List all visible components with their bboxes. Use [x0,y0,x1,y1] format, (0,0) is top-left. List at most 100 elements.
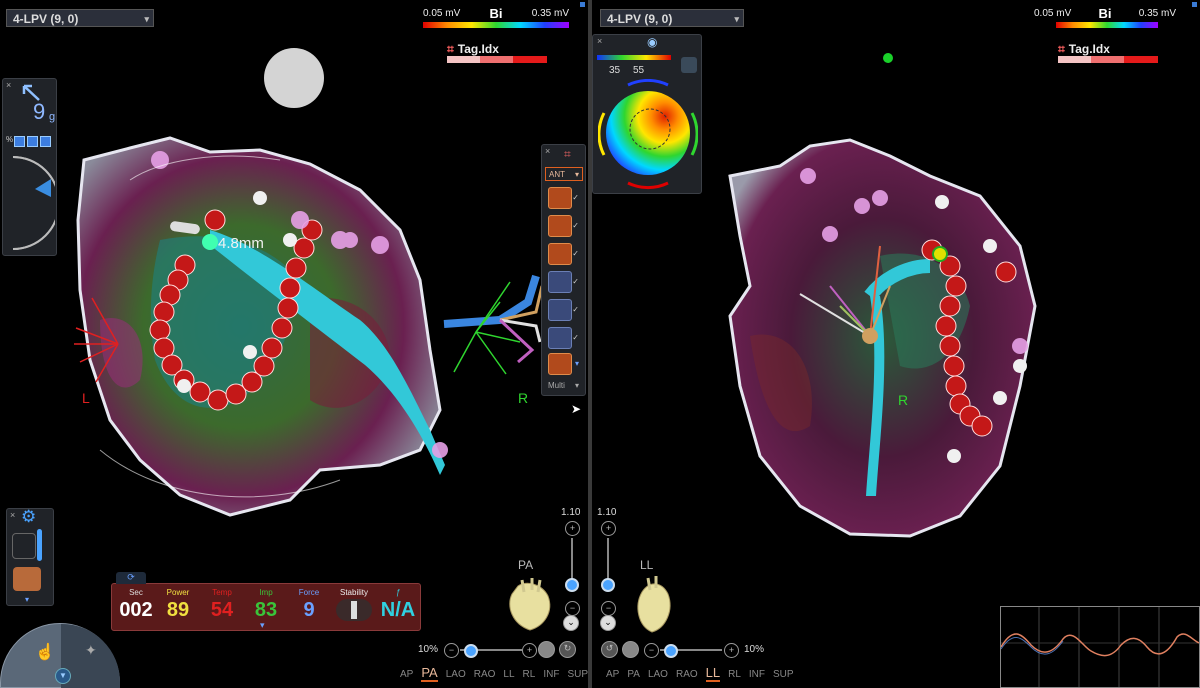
refresh-icon[interactable]: ⟳ [116,572,146,584]
view-inf[interactable]: INF [749,669,765,680]
zoom-out-button[interactable]: − [601,601,616,616]
power-label: Power [166,588,190,597]
zoom-value-top: 1.10 [597,507,617,518]
view-sup[interactable]: SUP [773,669,794,680]
map-select-right[interactable]: 4-LPV (9, 0) ▾ [600,9,744,27]
catheter-splines [443,274,544,375]
measure-label: 4.8mm [218,235,264,252]
chevron-down-icon[interactable]: ▾ [260,620,265,631]
display-toolbar: × ⌗ ANT ▾ ✓ ✓ ✓ ✓ ✓ ✓ ▾ Multi ▾ [541,144,586,396]
map-select-left[interactable]: 4-LPV (9, 0) ▾ [6,9,154,27]
rotate-icon[interactable]: ↺ [601,641,618,658]
tool-lesion-tags[interactable]: ✓ [548,187,579,209]
tag-index-bar [447,56,547,63]
tag-label: Tag.Idx [1068,42,1110,56]
scale-high: 0.35 mV [531,8,569,19]
rotate-icon[interactable]: ↻ [559,641,576,658]
voltage-scale-left: 0.05 mV Bi 0.35 mV [423,6,569,30]
close-icon[interactable]: × [545,146,550,156]
bullseye-plot [598,79,698,190]
zoom-in-button[interactable]: + [565,521,580,536]
temp-value: 54 [210,599,234,621]
bullseye-scale-bar[interactable] [597,55,671,60]
view-sup[interactable]: SUP [567,669,588,680]
force-stat-value: 9 [303,599,315,621]
orient-label-l: L [82,390,90,406]
gear-icon[interactable]: ⚙ [21,507,36,527]
view-ll[interactable]: LL [705,665,721,682]
chevron-down-icon[interactable]: ▾ [25,595,29,604]
view-dropdown-label: ANT [549,170,565,179]
zoom-minus-button[interactable]: − [444,643,459,658]
view-ap[interactable]: AP [606,669,619,680]
view-rl[interactable]: RL [523,669,536,680]
force-panel: × 9 g % [2,78,57,256]
view-pa[interactable]: PA [421,665,438,682]
reference-circle [264,48,324,108]
hand-pointer-icon[interactable]: ☝ [35,642,55,662]
zoom-plus-button[interactable]: + [522,643,537,658]
navigation-pad[interactable]: ☝ ✦ ▼ [0,623,120,688]
magic-wand-icon[interactable]: ✦ [85,642,97,659]
orient-label-r-right: R [898,392,909,408]
multi-dropdown[interactable]: Multi ▾ [545,379,583,393]
tag-label: Tag.Idx [457,42,499,56]
filter-icon[interactable]: ▼ [55,668,71,684]
view-pa[interactable]: PA [627,669,640,680]
tool-grid-2[interactable]: ✓ [548,299,579,321]
map-select-label: 4-LPV (9, 0) [607,12,673,26]
hand-tool-button[interactable] [13,567,41,591]
view-ll[interactable]: LL [503,669,514,680]
tool-points[interactable]: ✓ [548,243,579,265]
zoom-out-button[interactable]: − [565,601,580,616]
scale-title: Bi [1098,6,1112,21]
zoom-plus-button[interactable]: + [724,643,739,658]
anatomy-3d-map-left[interactable]: 4.8mm [60,120,480,540]
zoom-knob-horizontal[interactable] [664,644,678,658]
zoom-in-button[interactable]: + [601,521,616,536]
view-ap[interactable]: AP [400,669,413,680]
force-direction-buttons[interactable] [14,136,54,147]
reset-view-button[interactable]: ⌄ [563,615,579,631]
signal-waveform-panel[interactable] [1000,606,1200,688]
eye-icon[interactable]: ◉ [647,35,657,49]
imp-value: 83 [254,599,278,621]
shape-button[interactable] [12,533,36,559]
view-inf[interactable]: INF [543,669,559,680]
force-percent-label: % [6,135,14,144]
grid-settings-icon[interactable]: ⌗ [564,147,571,162]
zoom-minus-button[interactable]: − [644,643,659,658]
tag-index-bar [1058,56,1158,63]
tool-grid-3[interactable]: ✓ [548,327,579,349]
tool-electrodes[interactable]: ▾ [548,353,579,375]
tool-catheter[interactable]: ✓ [548,215,579,237]
camera-icon[interactable] [622,641,639,658]
left-map-pane[interactable]: 4-LPV (9, 0) ▾ 0.05 mV Bi 0.35 mV ⌗ Tag.I… [0,0,588,688]
tag-icon: ⌗ [447,42,454,56]
zoom-knob[interactable] [601,578,615,592]
view-rl[interactable]: RL [728,669,741,680]
close-icon[interactable]: × [597,36,602,46]
close-icon[interactable]: × [6,80,11,90]
orientation-axes-left [74,297,119,383]
view-rao[interactable]: RAO [676,669,698,680]
zoom-knob-horizontal[interactable] [464,644,478,658]
view-dropdown[interactable]: ANT ▾ [545,167,583,181]
opacity-slider[interactable] [37,529,42,561]
zoom-value-top: 1.10 [561,507,581,518]
view-buttons-right: AP PA LAO RAO LL RL INF SUP [606,665,802,682]
force-stat-label: Force [298,588,320,597]
tool-grid-1[interactable]: ✓ [548,271,579,293]
zoom-knob[interactable] [565,578,579,592]
view-rao[interactable]: RAO [474,669,496,680]
view-lao[interactable]: LAO [648,669,668,680]
view-lao[interactable]: LAO [446,669,466,680]
anatomy-3d-map-right[interactable] [720,136,1050,556]
chevron-down-icon: ▾ [734,14,739,24]
voltage-scale-right: 0.05 mV Bi 0.35 mV [1034,6,1176,30]
reset-view-button[interactable]: ⌄ [600,615,616,631]
camera-icon[interactable] [538,641,555,658]
bullseye-settings-button[interactable] [681,57,697,73]
right-map-pane[interactable]: 4-LPV (9, 0) ▾ 0.05 mV Bi 0.35 mV ⌗ Tag.I… [592,0,1200,688]
close-icon[interactable]: × [10,510,15,520]
